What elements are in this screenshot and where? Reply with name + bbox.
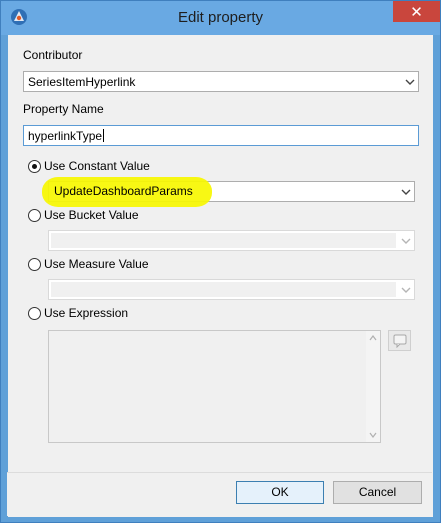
- contributor-value: SeriesItemHyperlink: [28, 75, 136, 89]
- scroll-down-icon[interactable]: [369, 432, 377, 438]
- property-name-value: hyperlinkType: [28, 129, 103, 143]
- expression-editor-button[interactable]: [388, 330, 411, 351]
- bucket-value-label: Use Bucket Value: [44, 208, 139, 222]
- measure-value-radio[interactable]: [28, 258, 41, 271]
- scroll-up-icon[interactable]: [369, 335, 377, 341]
- chevron-down-icon: [405, 79, 415, 85]
- cancel-button[interactable]: Cancel: [333, 481, 422, 504]
- chevron-down-icon: [401, 189, 411, 195]
- chevron-down-icon: [401, 287, 411, 293]
- close-button[interactable]: ✕: [393, 1, 440, 22]
- expression-editor-icon: [393, 334, 407, 348]
- property-name-field[interactable]: hyperlinkType: [23, 125, 419, 146]
- bucket-value-radio[interactable]: [28, 209, 41, 222]
- expression-label: Use Expression: [44, 306, 129, 320]
- expression-scrollbar[interactable]: [366, 331, 380, 442]
- ok-button[interactable]: OK: [236, 481, 324, 504]
- title-bar[interactable]: Edit property: [1, 1, 440, 35]
- constant-value-label: Use Constant Value: [44, 159, 150, 173]
- expression-radio[interactable]: [28, 307, 41, 320]
- window-title: Edit property: [177, 9, 264, 26]
- contributor-label: Contributor: [23, 48, 83, 62]
- constant-value-radio[interactable]: [28, 160, 41, 173]
- text-caret: [103, 129, 105, 142]
- chevron-down-icon: [401, 238, 411, 244]
- measure-value-label: Use Measure Value: [44, 257, 149, 271]
- bucket-value-dropdown[interactable]: [48, 230, 415, 251]
- property-name-label: Property Name: [23, 102, 104, 116]
- constant-value: UpdateDashboardParams: [54, 184, 193, 198]
- expression-textarea[interactable]: [48, 330, 381, 443]
- contributor-dropdown[interactable]: SeriesItemHyperlink: [23, 71, 419, 92]
- measure-value-dropdown[interactable]: [48, 279, 415, 300]
- radio-selected-dot: [32, 164, 37, 169]
- close-icon: ✕: [410, 3, 423, 21]
